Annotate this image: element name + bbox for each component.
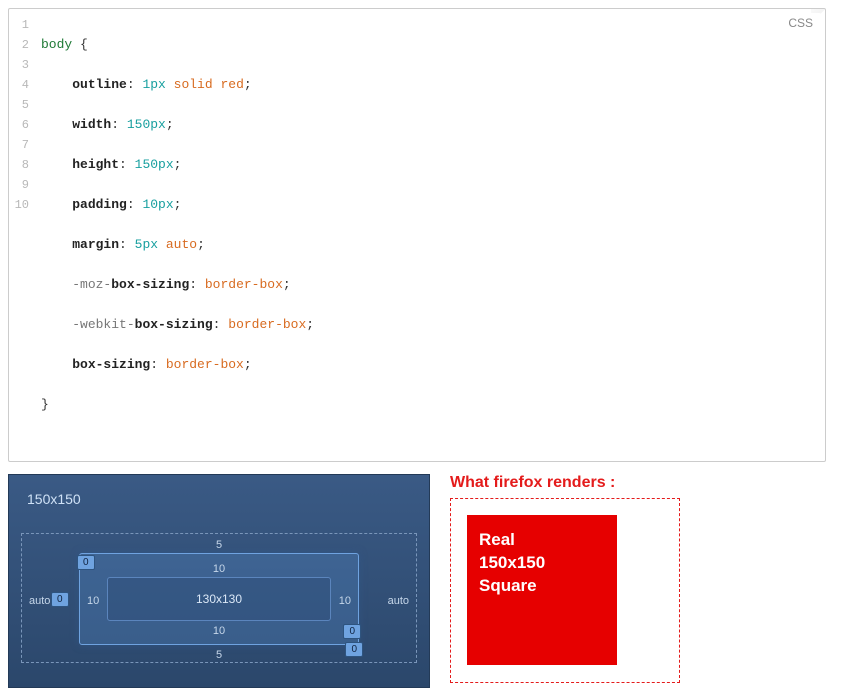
code-lines: 12345678910 body { outline: 1px solid re… (9, 9, 825, 461)
box-model-dimensions: 150x150 (27, 491, 81, 507)
margin-left-value: auto (29, 595, 50, 607)
padding-right-value: 10 (339, 595, 351, 607)
margin-right-value: auto (388, 595, 409, 607)
line-number-gutter: 12345678910 (9, 9, 35, 461)
margin-bottom-value: 5 (216, 649, 222, 661)
square-line2: 150x150 (479, 552, 605, 575)
border-bottom-right-value: 0 (345, 642, 363, 657)
padding-left-value: 10 (87, 595, 99, 607)
code-content[interactable]: body { outline: 1px solid red; width: 15… (35, 9, 825, 461)
firefox-dashed-box: Real 150x150 Square (450, 498, 680, 683)
box-model-panel: 150x150 5 5 auto auto 0 0 0 0 10 10 10 1… (8, 474, 430, 688)
firefox-render-panel: What firefox renders : Real 150x150 Squa… (450, 474, 680, 683)
padding-top-value: 10 (213, 563, 225, 575)
code-language-badge: CSS (780, 13, 821, 32)
firefox-red-square: Real 150x150 Square (467, 515, 617, 665)
padding-bottom-value: 10 (213, 625, 225, 637)
border-left-value: 0 (51, 592, 69, 607)
margin-top-value: 5 (216, 539, 222, 551)
code-block: CSS 12345678910 body { outline: 1px soli… (8, 8, 826, 462)
square-line3: Square (479, 575, 605, 598)
border-top-left-value: 0 (77, 555, 95, 570)
lower-row: 150x150 5 5 auto auto 0 0 0 0 10 10 10 1… (8, 474, 847, 688)
box-model-inner-dimensions: 130x130 (196, 592, 242, 606)
border-right-value: 0 (343, 624, 361, 639)
firefox-heading: What firefox renders : (450, 474, 680, 492)
square-line1: Real (479, 529, 605, 552)
